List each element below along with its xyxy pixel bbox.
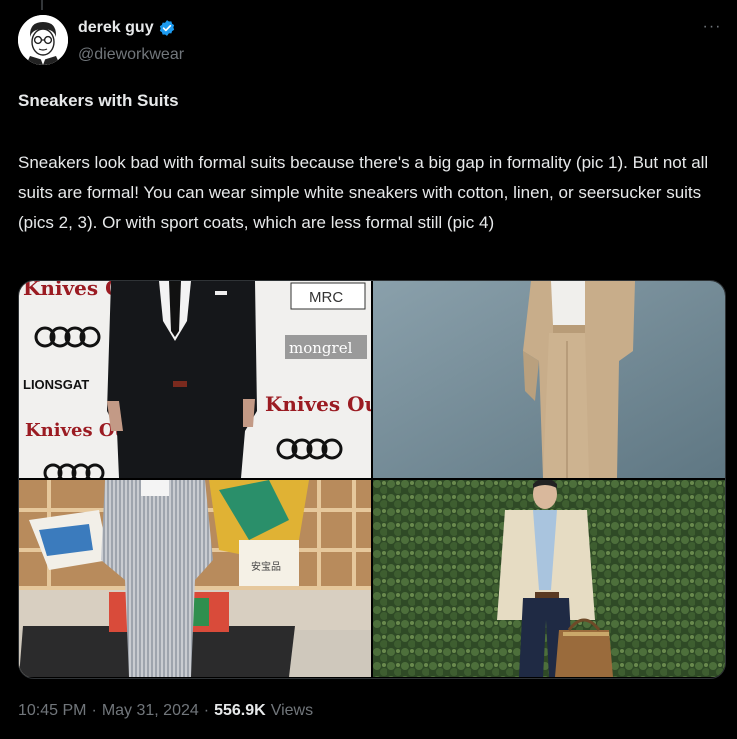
media-photo-4[interactable]	[373, 480, 725, 677]
media-photo-1[interactable]: Knives Ou LIONSGAT Knives Ou MRC mongrel…	[19, 281, 371, 478]
post-header: derek guy @dieworkwear ···	[18, 15, 724, 69]
sponsor-text-2: mongrel	[289, 339, 353, 357]
sign-text: 安宝品	[251, 560, 281, 573]
views-count[interactable]: 556.9K	[214, 702, 266, 720]
avatar-illustration	[18, 15, 68, 65]
post-body-text: Sneakers look bad with formal suits beca…	[18, 153, 709, 232]
sponsor-text-3: LIONSGAT	[23, 377, 89, 392]
media-grid: Knives Ou LIONSGAT Knives Ou MRC mongrel…	[18, 280, 726, 679]
post-date[interactable]: May 31, 2024	[102, 702, 199, 720]
avatar[interactable]	[18, 15, 68, 65]
name-row: derek guy	[78, 19, 176, 37]
post-time[interactable]: 10:45 PM	[18, 702, 86, 720]
display-name[interactable]: derek guy	[78, 19, 154, 37]
media-photo-3[interactable]: 安宝品	[19, 480, 371, 677]
thread-connector-line	[41, 0, 43, 10]
post-title: Sneakers with Suits	[18, 91, 179, 110]
meta-separator: ·	[203, 702, 210, 719]
sponsor-text-1: MRC	[309, 289, 343, 306]
meta-separator: ·	[91, 702, 97, 719]
more-options-button[interactable]: ···	[700, 19, 724, 39]
verified-badge-icon[interactable]	[158, 19, 176, 37]
post-meta: 10:45 PM · May 31, 2024 · 556.9K Views	[18, 702, 313, 720]
media-photo-2[interactable]	[373, 281, 725, 478]
views-label: Views	[270, 702, 314, 719]
user-handle[interactable]: @dieworkwear	[78, 46, 184, 64]
backdrop-text-2: Knives Out	[265, 392, 371, 416]
